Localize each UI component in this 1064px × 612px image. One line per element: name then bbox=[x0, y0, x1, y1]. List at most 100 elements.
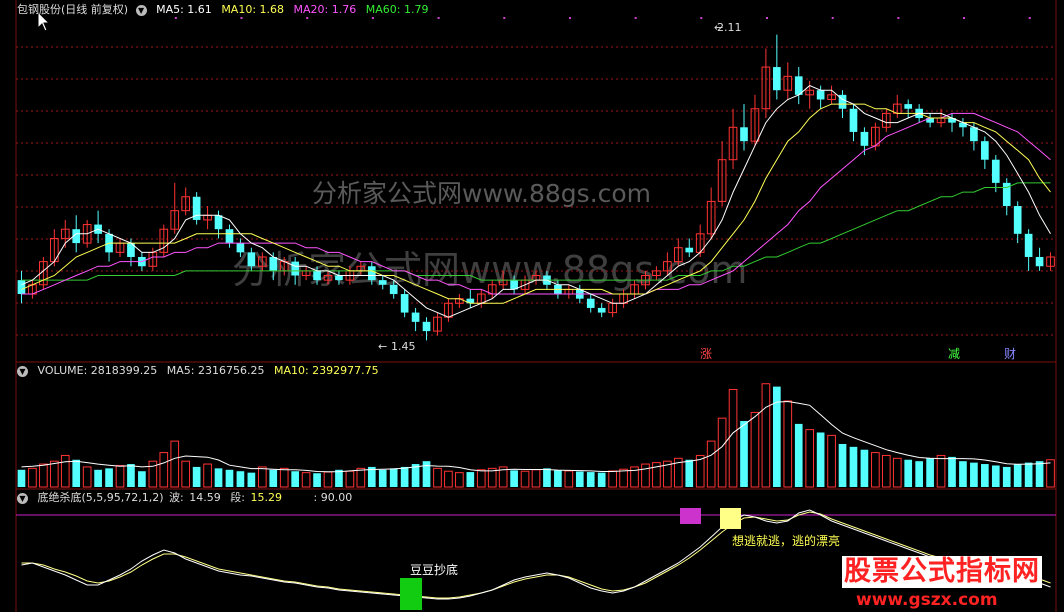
volume-bar bbox=[72, 459, 81, 487]
segment-label: 段: bbox=[230, 491, 245, 504]
ma60-label: MA60: 1.79 bbox=[365, 3, 429, 16]
volume-bar bbox=[301, 472, 311, 488]
candle-body bbox=[225, 229, 234, 244]
volume-bar bbox=[619, 468, 628, 488]
volume-bar bbox=[389, 468, 398, 487]
candle-body bbox=[236, 243, 245, 253]
volume-bar bbox=[750, 411, 760, 488]
chart-canvas[interactable]: 分析家公式网www.88gs.com 分析家公式网www.88gs.com 2.… bbox=[0, 0, 1064, 612]
volume-bar bbox=[170, 440, 180, 488]
candle-body bbox=[247, 252, 256, 267]
volume-bar bbox=[466, 472, 475, 487]
signal-dot bbox=[437, 17, 440, 19]
volume-bar bbox=[1013, 464, 1022, 487]
volume-ma5-label: MA5: 2316756.25 bbox=[166, 364, 265, 377]
volume-bar bbox=[214, 468, 223, 487]
logo-cn: 股票公式指标网 bbox=[842, 556, 1042, 588]
candle-body bbox=[411, 312, 420, 322]
ma5-label: MA5: 1.61 bbox=[156, 3, 212, 16]
candle-body bbox=[981, 141, 989, 160]
candle-body bbox=[904, 104, 913, 109]
volume-bar bbox=[827, 434, 836, 488]
watermark-line2: 分析家公式网www.88gs.com bbox=[232, 248, 747, 292]
volume-bar bbox=[236, 471, 245, 487]
volume-bar bbox=[740, 421, 748, 487]
low-price-label: 1.45 bbox=[391, 340, 416, 353]
volume-bar bbox=[49, 460, 59, 488]
stock-title[interactable]: 包钢股份(日线 前复权) bbox=[17, 3, 128, 16]
volume-bar bbox=[706, 440, 716, 488]
segment-value: 15.29 bbox=[250, 491, 283, 504]
low-arrow: ← bbox=[378, 340, 387, 353]
volume-bar bbox=[181, 460, 191, 488]
volume-bar bbox=[586, 472, 595, 487]
candle-body bbox=[335, 275, 343, 281]
escape-signal-box bbox=[720, 508, 741, 529]
volume-bar bbox=[531, 469, 541, 488]
volume-bar bbox=[105, 468, 113, 487]
ma20-label: MA20: 1.76 bbox=[293, 3, 357, 16]
collapse-icon[interactable]: ▼ bbox=[17, 365, 28, 377]
volume-bar bbox=[17, 469, 26, 487]
volume-bar bbox=[127, 464, 135, 487]
signal-dot bbox=[963, 17, 966, 19]
volume-bar bbox=[60, 454, 70, 488]
marker-cai: 财 bbox=[1004, 347, 1016, 361]
candle-body bbox=[991, 159, 1000, 183]
buy-signal-box bbox=[400, 578, 422, 610]
volume-bar bbox=[1035, 461, 1044, 487]
volume-bar bbox=[476, 469, 486, 488]
volume-bar bbox=[203, 463, 212, 488]
signal-dot bbox=[568, 17, 571, 19]
volume-bar bbox=[192, 466, 201, 487]
candle-body bbox=[17, 280, 26, 295]
collapse-icon[interactable]: ▼ bbox=[135, 4, 147, 16]
volume-bar bbox=[717, 417, 727, 488]
volume-bar bbox=[1046, 459, 1055, 488]
candle-body bbox=[269, 256, 278, 271]
level-label: : 90.00 bbox=[313, 491, 353, 504]
volume-ma10-label: MA10: 2392977.75 bbox=[273, 364, 379, 377]
candle-body bbox=[214, 215, 223, 230]
signal-dot bbox=[700, 17, 703, 19]
indicator-panel-header: ▼ 底绝杀底(5,5,95,72,1,2) 波: 14.59 段: 15.29 … bbox=[17, 491, 358, 504]
stock-chart-window: 分析家公式网www.88gs.com 分析家公式网www.88gs.com 2.… bbox=[0, 0, 1064, 612]
volume-bar bbox=[728, 388, 738, 488]
volume-bar bbox=[444, 470, 453, 488]
volume-bar bbox=[159, 452, 169, 488]
volume-label: VOLUME: 2818399.25 bbox=[37, 364, 158, 377]
volume-bar bbox=[860, 449, 869, 487]
volume-ma5-line bbox=[21, 400, 1051, 473]
collapse-icon[interactable]: ▼ bbox=[17, 492, 28, 504]
candle-body bbox=[860, 131, 869, 146]
watermark-line1: 分析家公式网www.88gs.com bbox=[312, 179, 651, 208]
candle-body bbox=[389, 284, 398, 295]
volume-bar bbox=[641, 463, 650, 488]
volume-bar bbox=[881, 454, 891, 488]
volume-bar bbox=[981, 464, 989, 487]
volume-bar bbox=[356, 467, 366, 488]
volume-bar bbox=[257, 466, 267, 488]
candle-body bbox=[378, 280, 387, 285]
signal-dot bbox=[634, 17, 637, 19]
volume-bar bbox=[313, 473, 321, 487]
signal-dot bbox=[831, 17, 834, 19]
volume-bar bbox=[345, 470, 355, 488]
volume-bar bbox=[892, 457, 902, 488]
candle-body bbox=[1013, 206, 1022, 234]
candle-body bbox=[586, 298, 595, 308]
escape-annotation: 想逃就逃，逃的漂亮 bbox=[732, 533, 840, 548]
volume-bar bbox=[225, 469, 234, 487]
volume-bars bbox=[17, 383, 1055, 488]
volume-bar bbox=[28, 467, 37, 488]
volume-bar bbox=[575, 471, 584, 487]
volume-bar bbox=[948, 456, 956, 487]
candle-body bbox=[400, 294, 409, 313]
volume-bar bbox=[455, 472, 464, 488]
volume-bar bbox=[247, 472, 256, 487]
volume-bar bbox=[871, 452, 880, 488]
volume-bar bbox=[761, 383, 771, 488]
signal-dot bbox=[174, 17, 177, 19]
logo-url: www.gszx.com bbox=[856, 590, 998, 610]
volume-bar bbox=[378, 469, 387, 487]
